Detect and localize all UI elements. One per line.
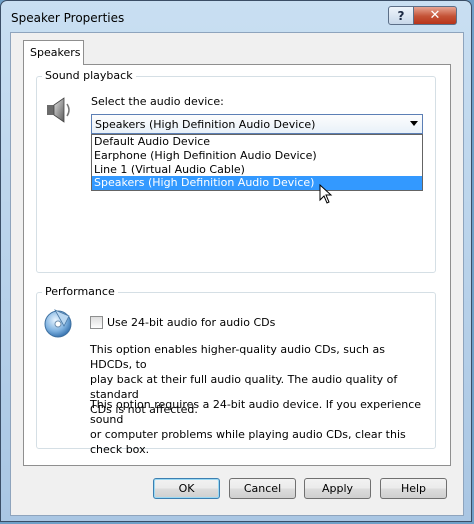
description-line: This option enables higher-quality audio… bbox=[90, 343, 385, 371]
combo-selected-value: Speakers (High Definition Audio Device) bbox=[95, 118, 316, 131]
select-device-label: Select the audio device: bbox=[91, 95, 224, 108]
dropdown-option-selected[interactable]: Speakers (High Definition Audio Device) bbox=[92, 176, 422, 190]
audio-device-dropdown-list: Default Audio Device Earphone (High Defi… bbox=[91, 134, 423, 191]
help-icon: ? bbox=[397, 8, 405, 23]
use-24bit-label[interactable]: Use 24-bit audio for audio CDs bbox=[107, 316, 275, 329]
dropdown-option[interactable]: Earphone (High Definition Audio Device) bbox=[92, 149, 422, 163]
sound-playback-label: Sound playback bbox=[42, 69, 136, 82]
dropdown-option[interactable]: Line 1 (Virtual Audio Cable) bbox=[92, 163, 422, 177]
use-24bit-checkbox[interactable] bbox=[90, 316, 103, 329]
cd-icon bbox=[44, 309, 72, 338]
apply-button[interactable]: Apply bbox=[304, 478, 371, 499]
help-button[interactable]: Help bbox=[380, 478, 447, 499]
audio-device-combobox[interactable]: Speakers (High Definition Audio Device) bbox=[91, 114, 423, 134]
tab-speakers[interactable]: Speakers bbox=[23, 40, 84, 65]
mouse-cursor-icon bbox=[319, 184, 333, 204]
help-caption-button[interactable]: ? bbox=[388, 6, 414, 25]
description-line: This option requires a 24-bit audio devi… bbox=[90, 398, 422, 426]
title-bar[interactable]: Speaker Properties ? ✕ bbox=[1, 1, 471, 31]
dropdown-option[interactable]: Default Audio Device bbox=[92, 135, 422, 149]
close-button[interactable]: ✕ bbox=[413, 6, 457, 25]
window-title: Speaker Properties bbox=[11, 11, 125, 25]
close-icon: ✕ bbox=[429, 8, 441, 23]
performance-label: Performance bbox=[42, 285, 118, 298]
ok-button[interactable]: OK bbox=[153, 478, 220, 499]
performance-description-2: This option requires a 24-bit audio devi… bbox=[90, 397, 430, 457]
speaker-icon bbox=[47, 97, 70, 123]
chevron-down-icon[interactable] bbox=[410, 121, 418, 126]
description-line: or computer problems while playing audio… bbox=[90, 428, 406, 456]
cancel-button[interactable]: Cancel bbox=[229, 478, 296, 499]
